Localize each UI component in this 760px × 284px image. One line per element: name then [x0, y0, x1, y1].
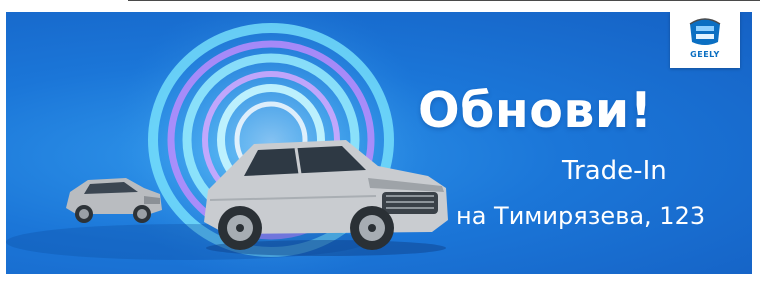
- promo-banner[interactable]: GEELY Обнови! Trade-In на Тимирязева, 12…: [6, 12, 752, 274]
- suv-car-back-icon: [66, 178, 162, 223]
- logo-text: GEELY: [690, 50, 720, 59]
- headline: Обнови!: [418, 82, 653, 139]
- suv-car-main-icon: [204, 140, 448, 256]
- tradein-label: Trade-In: [562, 156, 667, 186]
- geely-logo-icon: [689, 18, 721, 45]
- address-label: на Тимирязева, 123: [456, 202, 706, 230]
- top-divider-line: [128, 0, 760, 1]
- brand-logo[interactable]: GEELY: [670, 12, 740, 68]
